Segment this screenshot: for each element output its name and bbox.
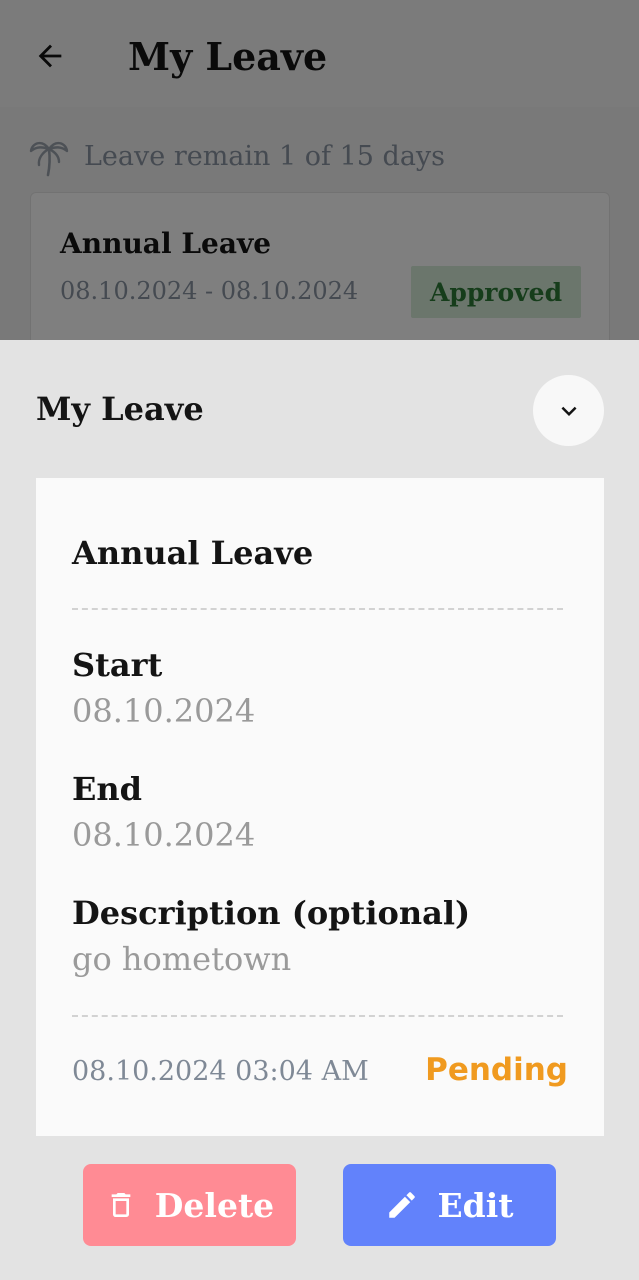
delete-label: Delete <box>154 1185 275 1225</box>
description-value: go hometown <box>72 940 292 978</box>
leave-type-title: Annual Leave <box>72 534 314 572</box>
status-label: Pending <box>425 1052 568 1088</box>
leave-detail-card: Annual Leave Start 08.10.2024 End 08.10.… <box>36 478 604 1136</box>
pencil-icon <box>389 1192 416 1218</box>
end-label: End <box>72 770 143 808</box>
edit-label: Edit <box>437 1185 514 1225</box>
end-value: 08.10.2024 <box>72 816 256 854</box>
divider <box>72 608 563 610</box>
sheet-title: My Leave <box>36 390 204 428</box>
start-value: 08.10.2024 <box>72 692 256 730</box>
collapse-button[interactable] <box>533 375 604 446</box>
edit-button[interactable]: Edit <box>343 1164 556 1246</box>
delete-button[interactable]: Delete <box>83 1164 296 1246</box>
bottom-sheet: My Leave Annual Leave Start 08.10.2024 E… <box>0 340 639 1280</box>
divider <box>72 1015 563 1017</box>
start-label: Start <box>72 646 163 684</box>
chevron-down-icon <box>561 406 576 416</box>
trash-icon <box>111 1193 131 1217</box>
created-timestamp: 08.10.2024 03:04 AM <box>72 1056 369 1087</box>
description-label: Description (optional) <box>72 894 471 932</box>
